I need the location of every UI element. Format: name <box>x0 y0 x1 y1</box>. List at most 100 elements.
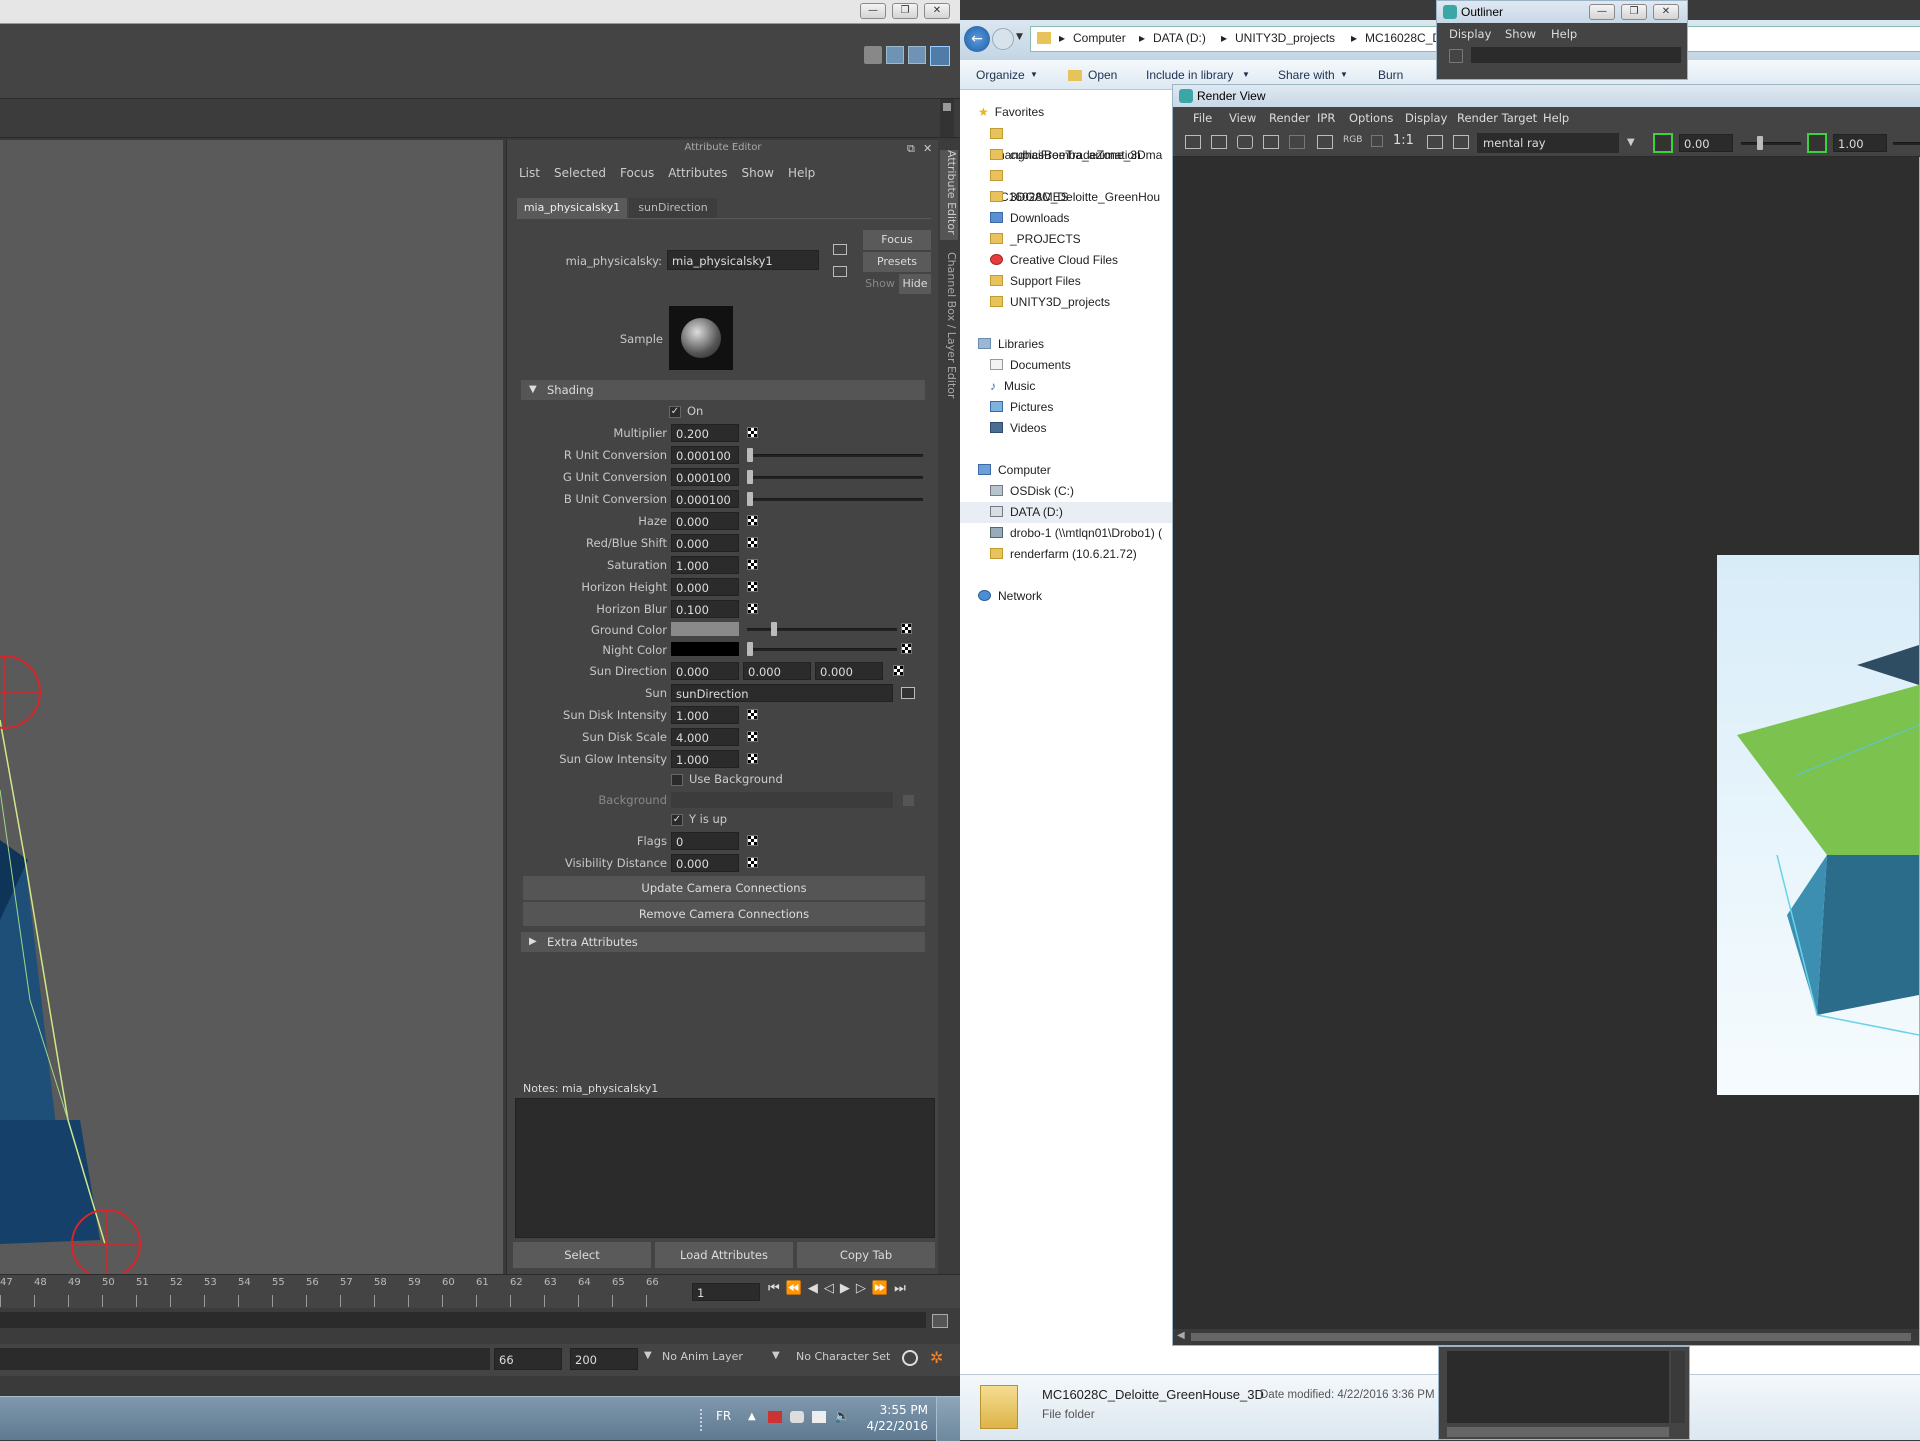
map-button-icon[interactable] <box>903 795 914 806</box>
menu-help[interactable]: Help <box>788 166 815 180</box>
favorite-item[interactable]: ShanghaiFreeTradeZone_3Dma <box>990 124 1172 162</box>
range-start-bar[interactable] <box>0 1348 490 1370</box>
library-item[interactable]: Documents <box>990 355 1071 376</box>
render-region-icon[interactable] <box>1211 135 1227 149</box>
sun-glow-intensity-field[interactable]: 1.000 <box>671 750 739 768</box>
ae-close-icon[interactable]: ✕ <box>923 142 932 155</box>
outliner-filter-field[interactable] <box>1471 47 1681 63</box>
output-connection-icon[interactable] <box>833 266 847 277</box>
rv-menu-options[interactable]: Options <box>1349 111 1393 125</box>
renderer-dropdown[interactable]: mental ray <box>1477 133 1619 153</box>
map-button-icon[interactable] <box>747 753 758 764</box>
tray-app-icon[interactable] <box>790 1411 804 1423</box>
gamma-icon[interactable] <box>1807 133 1827 153</box>
tab-sundirection[interactable]: sunDirection <box>629 198 717 218</box>
render-view-hscrollbar[interactable]: ◀ <box>1173 1329 1919 1345</box>
outliner-vscrollbar[interactable] <box>1671 1351 1685 1423</box>
night-color-slider-thumb[interactable] <box>747 642 753 656</box>
favorite-item[interactable]: Support Files <box>990 271 1081 292</box>
sun-direction-x-field[interactable]: 0.000 <box>671 662 739 680</box>
map-button-icon[interactable] <box>747 537 758 548</box>
map-button-icon[interactable] <box>747 427 758 438</box>
gamma-slider[interactable] <box>1893 142 1920 145</box>
drive-item[interactable]: OSDisk (C:) <box>990 481 1074 502</box>
b-unit-slider-thumb[interactable] <box>747 492 753 506</box>
open-button[interactable]: Open <box>1088 68 1117 82</box>
favorite-item[interactable]: Creative Cloud Files <box>990 250 1118 271</box>
node-name-field[interactable]: mia_physicalsky1 <box>667 250 819 270</box>
sun-disk-scale-field[interactable]: 4.000 <box>671 728 739 746</box>
flags-field[interactable]: 0 <box>671 832 739 850</box>
show-button[interactable]: Show <box>863 274 897 294</box>
presets-button[interactable]: Presets <box>863 252 931 272</box>
dropdown-arrow-icon[interactable]: ▼ <box>772 1350 780 1361</box>
dropdown-arrow-icon[interactable]: ▼ <box>1627 137 1635 148</box>
drive-item[interactable]: drobo-1 (\\mtlqn01\Drobo1) ( <box>990 523 1162 544</box>
menu-attributes[interactable]: Attributes <box>668 166 727 180</box>
sun-field[interactable]: sunDirection <box>671 684 893 702</box>
go-to-end-icon[interactable]: ⏭ <box>894 1281 906 1296</box>
library-item[interactable]: ♪ Music <box>990 376 1035 397</box>
b-unit-slider[interactable] <box>747 498 923 501</box>
favorites-header[interactable]: ★ Favorites <box>978 102 1044 123</box>
exposure-field[interactable]: 0.00 <box>1679 134 1733 152</box>
horizon-blur-field[interactable]: 0.100 <box>671 600 739 618</box>
scroll-left-icon[interactable]: ◀ <box>1177 1330 1185 1341</box>
minimize-button[interactable]: — <box>860 3 886 19</box>
organize-button[interactable]: Organize <box>976 68 1025 82</box>
menu-show[interactable]: Show <box>742 166 774 180</box>
outliner-menu-show[interactable]: Show <box>1505 27 1536 41</box>
map-button-icon[interactable] <box>901 623 912 634</box>
scroll-thumb[interactable] <box>1191 1333 1911 1341</box>
range-end-field[interactable]: 66 <box>494 1348 562 1370</box>
map-button-icon[interactable] <box>747 835 758 846</box>
language-indicator[interactable]: FR <box>716 1409 731 1423</box>
anim-layer-dropdown[interactable]: No Anim Layer <box>662 1350 743 1363</box>
recent-dropdown-icon[interactable]: ▼ <box>1016 32 1023 42</box>
play-forward-icon[interactable]: ▶ <box>840 1281 850 1296</box>
real-size-button[interactable]: 1:1 <box>1393 133 1414 148</box>
extra-attributes-header[interactable]: ▶ Extra Attributes <box>521 932 925 952</box>
preferences-icon[interactable]: ✲ <box>930 1348 943 1367</box>
range-slider[interactable] <box>0 1312 926 1328</box>
rgb-channels-button[interactable]: RGB <box>1343 135 1362 145</box>
rv-menu-display[interactable]: Display <box>1405 111 1447 125</box>
tray-expand-icon[interactable]: ▲ <box>748 1411 756 1422</box>
rv-menu-view[interactable]: View <box>1229 111 1256 125</box>
clock-date[interactable]: 4/22/2016 <box>866 1419 928 1433</box>
include-in-library-button[interactable]: Include in library <box>1146 68 1233 82</box>
load-attributes-button[interactable]: Load Attributes <box>655 1242 793 1268</box>
character-set-dropdown[interactable]: No Character Set <box>796 1350 890 1363</box>
g-unit-slider-thumb[interactable] <box>747 470 753 484</box>
menu-list[interactable]: List <box>519 166 540 180</box>
time-slider[interactable]: 47 48 49 50 51 52 53 54 55 56 57 58 59 6… <box>0 1274 960 1308</box>
saturation-field[interactable]: 1.000 <box>671 556 739 574</box>
map-button-icon[interactable] <box>747 603 758 614</box>
rv-menu-ipr[interactable]: IPR <box>1317 111 1335 125</box>
libraries-header[interactable]: Libraries <box>978 334 1044 355</box>
rv-menu-render-target[interactable]: Render Target <box>1457 111 1537 125</box>
clock-time[interactable]: 3:55 PM <box>876 1403 928 1417</box>
step-forward-icon[interactable]: ⏩ <box>872 1281 888 1296</box>
keep-image-icon[interactable] <box>1427 135 1443 149</box>
r-unit-field[interactable]: 0.000100 <box>671 446 739 464</box>
outliner-hscrollbar[interactable] <box>1447 1427 1669 1437</box>
haze-field[interactable]: 0.000 <box>671 512 739 530</box>
range-toggle-icon[interactable] <box>932 1314 948 1328</box>
map-button-icon[interactable] <box>893 665 904 676</box>
library-item[interactable]: Videos <box>990 418 1046 439</box>
auto-key-icon[interactable] <box>902 1350 918 1366</box>
burn-button[interactable]: Burn <box>1378 68 1403 82</box>
render-canvas[interactable] <box>1173 157 1920 1329</box>
computer-header[interactable]: Computer <box>978 460 1051 481</box>
play-back-icon[interactable]: ◁ <box>824 1281 834 1296</box>
ae-float-icon[interactable]: ⧉ <box>907 142 915 156</box>
ground-color-slider[interactable] <box>747 628 897 631</box>
sun-direction-z-field[interactable]: 0.000 <box>815 662 883 680</box>
attribute-editor-side-tab[interactable]: Attribute Editor <box>940 150 958 240</box>
favorite-item[interactable]: 3DGAMES <box>990 187 1069 208</box>
exposure-icon[interactable] <box>1653 133 1673 153</box>
night-color-swatch[interactable] <box>671 642 739 656</box>
update-camera-connections-button[interactable]: Update Camera Connections <box>523 876 925 900</box>
current-frame-field[interactable]: 1 <box>692 1283 760 1301</box>
